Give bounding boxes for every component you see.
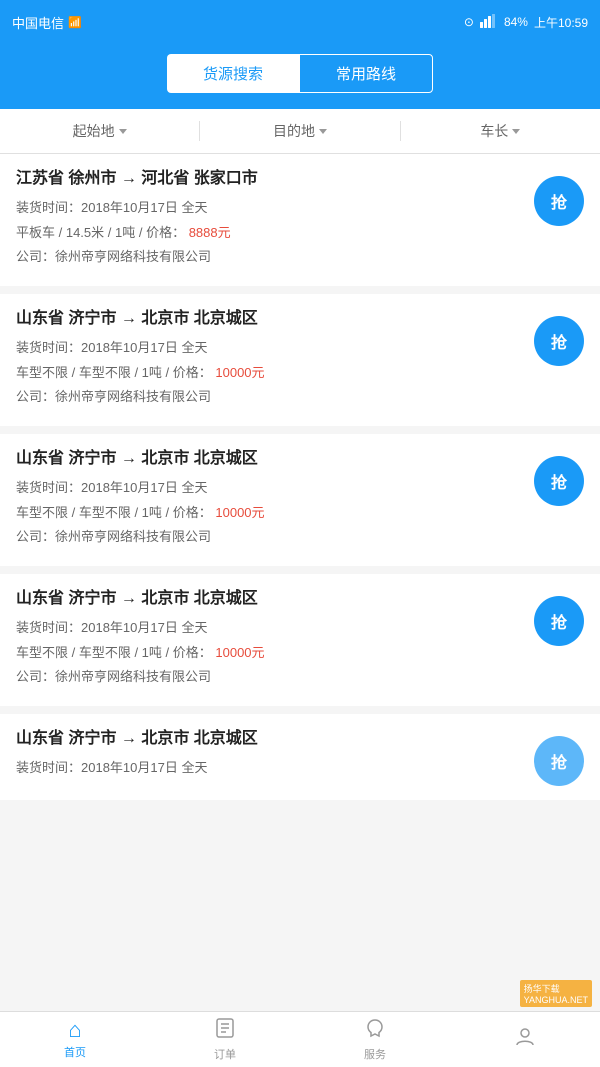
card-3-company: 公司：徐州帝亨网络科技有限公司: [16, 667, 522, 687]
filter-destination[interactable]: 目的地: [200, 121, 400, 141]
card-0-title: 江苏省 徐州市 → 河北省 张家口市: [16, 168, 522, 190]
card-0-price: 8888元: [189, 225, 231, 240]
card-0-grab-button[interactable]: 抢: [534, 176, 584, 226]
time-label: 上午10:59: [534, 14, 588, 31]
card-2-title: 山东省 济宁市 → 北京市 北京城区: [16, 448, 522, 470]
orders-icon: [214, 1017, 236, 1043]
card-4-title: 山东省 济宁市 → 北京市 北京城区: [16, 728, 522, 750]
profile-icon: [514, 1025, 536, 1051]
nav-service-label: 服务: [364, 1046, 386, 1062]
home-icon: ⌂: [68, 1019, 81, 1041]
header-tabs: 货源搜索 常用路线: [0, 44, 600, 109]
filter-origin[interactable]: 起始地: [0, 121, 200, 141]
card-2-car-info: 车型不限 / 车型不限 / 1吨 / 价格： 10000元: [16, 503, 522, 523]
card-2-content: 山东省 济宁市 → 北京市 北京城区 装货时间：2018年10月17日 全天 车…: [16, 448, 534, 552]
car-length-chevron-icon: [512, 129, 520, 134]
signal-icon: 📶: [68, 16, 82, 29]
status-bar: 中国电信 📶 ⊙ 84% 上午10:59: [0, 0, 600, 44]
card-2-company: 公司：徐州帝亨网络科技有限公司: [16, 527, 522, 547]
watermark: 扬华下载YANGHUA.NET: [520, 980, 592, 1007]
card-4-partial: 山东省 济宁市 → 北京市 北京城区 装货时间：2018年10月17日 全天 抢: [0, 714, 600, 800]
card-0-content: 江苏省 徐州市 → 河北省 张家口市 装货时间：2018年10月17日 全天 平…: [16, 168, 534, 272]
status-right: ⊙ 84% 上午10:59: [464, 14, 588, 31]
card-3: 山东省 济宁市 → 北京市 北京城区 装货时间：2018年10月17日 全天 车…: [0, 574, 600, 706]
card-4-content: 山东省 济宁市 → 北京市 北京城区 装货时间：2018年10月17日 全天: [16, 728, 534, 783]
card-2-price: 10000元: [215, 505, 264, 520]
nav-orders-label: 订单: [214, 1046, 236, 1062]
nav-profile[interactable]: [450, 1012, 600, 1067]
bottom-nav: ⌂ 首页 订单 服务: [0, 1011, 600, 1067]
battery-label: 84%: [504, 15, 528, 29]
card-3-content: 山东省 济宁市 → 北京市 北京城区 装货时间：2018年10月17日 全天 车…: [16, 588, 534, 692]
card-0: 江苏省 徐州市 → 河北省 张家口市 装货时间：2018年10月17日 全天 平…: [0, 154, 600, 286]
origin-chevron-icon: [119, 129, 127, 134]
car-length-label: 车长: [480, 121, 508, 141]
card-3-title: 山东省 济宁市 → 北京市 北京城区: [16, 588, 522, 610]
tab-common-routes[interactable]: 常用路线: [299, 54, 433, 93]
card-4-grab-button[interactable]: 抢: [534, 736, 584, 786]
card-2-grab-button[interactable]: 抢: [534, 456, 584, 506]
carrier-label: 中国电信: [12, 13, 64, 32]
card-0-loading-time: 装货时间：2018年10月17日 全天: [16, 198, 522, 218]
card-1: 山东省 济宁市 → 北京市 北京城区 装货时间：2018年10月17日 全天 车…: [0, 294, 600, 426]
card-0-company: 公司：徐州帝亨网络科技有限公司: [16, 247, 522, 267]
nav-home[interactable]: ⌂ 首页: [0, 1012, 150, 1067]
nav-orders[interactable]: 订单: [150, 1012, 300, 1067]
card-1-grab-button[interactable]: 抢: [534, 316, 584, 366]
status-left: 中国电信 📶: [12, 13, 82, 32]
card-3-loading-time: 装货时间：2018年10月17日 全天: [16, 618, 522, 638]
card-1-content: 山东省 济宁市 → 北京市 北京城区 装货时间：2018年10月17日 全天 车…: [16, 308, 534, 412]
destination-chevron-icon: [319, 129, 327, 134]
wifi-icon: ⊙: [464, 15, 474, 29]
filter-car-length[interactable]: 车长: [401, 121, 600, 141]
filter-row: 起始地 目的地 车长: [0, 109, 600, 154]
card-1-loading-time: 装货时间：2018年10月17日 全天: [16, 338, 522, 358]
card-1-price: 10000元: [215, 365, 264, 380]
origin-label: 起始地: [73, 121, 115, 141]
card-1-title: 山东省 济宁市 → 北京市 北京城区: [16, 308, 522, 330]
card-3-price: 10000元: [215, 645, 264, 660]
service-icon: [364, 1017, 386, 1043]
card-1-car-info: 车型不限 / 车型不限 / 1吨 / 价格： 10000元: [16, 363, 522, 383]
nav-service[interactable]: 服务: [300, 1012, 450, 1067]
tab-freight-search[interactable]: 货源搜索: [167, 54, 299, 93]
results-list: 江苏省 徐州市 → 河北省 张家口市 装货时间：2018年10月17日 全天 平…: [0, 154, 600, 800]
card-3-grab-button[interactable]: 抢: [534, 596, 584, 646]
card-4-loading-time: 装货时间：2018年10月17日 全天: [16, 758, 522, 778]
signal-bars: [480, 14, 498, 31]
card-3-car-info: 车型不限 / 车型不限 / 1吨 / 价格： 10000元: [16, 643, 522, 663]
card-1-company: 公司：徐州帝亨网络科技有限公司: [16, 387, 522, 407]
card-0-car-info: 平板车 / 14.5米 / 1吨 / 价格： 8888元: [16, 223, 522, 243]
card-2: 山东省 济宁市 → 北京市 北京城区 装货时间：2018年10月17日 全天 车…: [0, 434, 600, 566]
card-2-loading-time: 装货时间：2018年10月17日 全天: [16, 478, 522, 498]
destination-label: 目的地: [273, 121, 315, 141]
nav-home-label: 首页: [64, 1044, 86, 1060]
